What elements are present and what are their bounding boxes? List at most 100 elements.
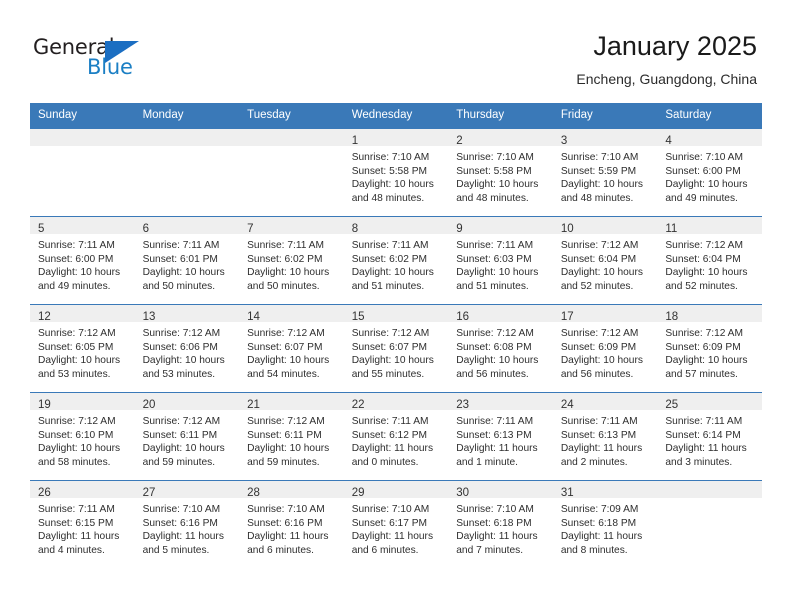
calendar-cell-day[interactable]: 27 Sunrise: 7:10 AM Sunset: 6:16 PM Dayligh…: [134, 480, 240, 569]
calendar-cell-day[interactable]: 12 Sunrise: 7:12 AM Sunset: 6:05 PM Dayligh…: [30, 304, 135, 393]
day-cell-content: [134, 129, 240, 216]
day-cell-content: 9 Sunrise: 7:11 AM Sunset: 6:03 PM Daylight…: [448, 217, 553, 304]
calendar-cell-day[interactable]: 15 Sunrise: 7:12 AM Sunset: 6:07 PM Dayligh…: [343, 304, 449, 393]
general-blue-logo[interactable]: General Blue: [33, 36, 163, 84]
day-details: Sunrise: 7:12 AM Sunset: 6:09 PM Daylight:…: [553, 322, 658, 381]
calendar-cell-day[interactable]: 28 Sunrise: 7:10 AM Sunset: 6:16 PM Dayligh…: [239, 480, 344, 569]
day-number-strip: 24: [552, 393, 658, 411]
day-number: 15: [351, 311, 365, 323]
calendar-cell-day[interactable]: 3 Sunrise: 7:10 AM Sunset: 5:59 PM Daylight…: [552, 128, 658, 217]
day-details: Sunrise: 7:12 AM Sunset: 6:09 PM Daylight:…: [657, 322, 762, 381]
sunset-time: Sunset: 6:18 PM: [560, 517, 637, 529]
calendar-cell-day[interactable]: 10 Sunrise: 7:12 AM Sunset: 6:04 PM Dayligh…: [552, 216, 658, 305]
calendar-cell-empty: [30, 128, 135, 217]
calendar-week-row: 12 Sunrise: 7:12 AM Sunset: 6:05 PM Dayligh…: [30, 304, 762, 393]
day-number-strip: 15: [343, 305, 449, 323]
daylight-duration-line1: Daylight: 10 hours: [665, 267, 748, 279]
sunset-time: Sunset: 6:18 PM: [456, 517, 532, 529]
sunset-time: Sunset: 6:09 PM: [665, 341, 741, 353]
day-number: 1: [351, 135, 359, 147]
calendar-cell-day[interactable]: 13 Sunrise: 7:12 AM Sunset: 6:06 PM Dayligh…: [134, 304, 240, 393]
day-details: Sunrise: 7:11 AM Sunset: 6:02 PM Daylight:…: [239, 234, 344, 293]
daylight-duration-line1: Daylight: 11 hours: [247, 531, 329, 543]
day-number-strip: 4: [657, 129, 762, 147]
calendar-cell-day[interactable]: 20 Sunrise: 7:12 AM Sunset: 6:11 PM Dayligh…: [134, 392, 240, 481]
day-cell-content: 29 Sunrise: 7:10 AM Sunset: 6:17 PM Dayligh…: [343, 481, 449, 569]
calendar-cell-day[interactable]: 11 Sunrise: 7:12 AM Sunset: 6:04 PM Dayligh…: [657, 216, 762, 305]
calendar-cell-day[interactable]: 6 Sunrise: 7:11 AM Sunset: 6:01 PM Daylight…: [134, 216, 240, 305]
calendar-cell-day[interactable]: 21 Sunrise: 7:12 AM Sunset: 6:11 PM Dayligh…: [239, 392, 344, 481]
sunset-time: Sunset: 6:13 PM: [560, 429, 637, 441]
day-cell-content: 25 Sunrise: 7:11 AM Sunset: 6:14 PM Dayligh…: [657, 393, 762, 480]
day-cell-content: 11 Sunrise: 7:12 AM Sunset: 6:04 PM Dayligh…: [657, 217, 762, 304]
calendar-cell-day[interactable]: 24 Sunrise: 7:11 AM Sunset: 6:13 PM Dayligh…: [552, 392, 658, 481]
calendar-cell-day[interactable]: 23 Sunrise: 7:11 AM Sunset: 6:13 PM Dayligh…: [448, 392, 553, 481]
sunset-time: Sunset: 6:01 PM: [142, 253, 218, 265]
page-header: General Blue January 2025 Encheng, Guang…: [0, 0, 792, 103]
calendar-cell-day[interactable]: 19 Sunrise: 7:12 AM Sunset: 6:10 PM Dayligh…: [30, 392, 135, 481]
calendar-cell-day[interactable]: 8 Sunrise: 7:11 AM Sunset: 6:02 PM Daylight…: [343, 216, 449, 305]
day-cell-content: 12 Sunrise: 7:12 AM Sunset: 6:05 PM Dayligh…: [30, 305, 135, 392]
day-number-strip: 14: [239, 305, 344, 323]
daylight-duration-line2: and 3 minutes.: [665, 456, 733, 468]
day-number: 13: [142, 311, 156, 323]
daylight-duration-line2: and 51 minutes.: [351, 280, 425, 292]
daylight-duration-line2: and 4 minutes.: [38, 544, 105, 556]
calendar-cell-day[interactable]: 14 Sunrise: 7:12 AM Sunset: 6:07 PM Dayligh…: [239, 304, 344, 393]
calendar-cell-day[interactable]: 5 Sunrise: 7:11 AM Sunset: 6:00 PM Daylight…: [30, 216, 135, 305]
calendar-cell-day[interactable]: 30 Sunrise: 7:10 AM Sunset: 6:18 PM Dayligh…: [448, 480, 553, 569]
day-number-strip: [657, 481, 762, 498]
calendar-cell-day[interactable]: 25 Sunrise: 7:11 AM Sunset: 6:14 PM Dayligh…: [657, 392, 762, 481]
daylight-duration-line2: and 58 minutes.: [38, 456, 111, 468]
calendar-cell-day[interactable]: 2 Sunrise: 7:10 AM Sunset: 5:58 PM Daylight…: [448, 128, 553, 217]
day-number: 26: [38, 487, 51, 499]
sunrise-time: Sunrise: 7:11 AM: [38, 240, 115, 251]
sunset-time: Sunset: 6:05 PM: [38, 341, 114, 353]
day-number: 19: [38, 399, 51, 411]
sunrise-time: Sunrise: 7:12 AM: [38, 416, 116, 427]
daylight-duration-line2: and 57 minutes.: [665, 368, 738, 380]
calendar-cell-day[interactable]: 16 Sunrise: 7:12 AM Sunset: 6:08 PM Dayligh…: [448, 304, 553, 393]
day-number-strip: 2: [448, 129, 553, 147]
day-cell-content: 5 Sunrise: 7:11 AM Sunset: 6:00 PM Daylight…: [30, 217, 135, 304]
day-number-strip: 26: [30, 481, 135, 499]
day-number-strip: 13: [134, 305, 240, 323]
calendar-cell-day[interactable]: 26 Sunrise: 7:11 AM Sunset: 6:15 PM Dayligh…: [30, 480, 135, 569]
calendar-cell-day[interactable]: 31 Sunrise: 7:09 AM Sunset: 6:18 PM Dayligh…: [552, 480, 658, 569]
calendar-cell-day[interactable]: 4 Sunrise: 7:10 AM Sunset: 6:00 PM Daylight…: [657, 128, 762, 217]
day-number: 10: [560, 223, 574, 235]
sunset-time: Sunset: 6:15 PM: [38, 517, 114, 529]
day-number-strip: 5: [30, 217, 135, 235]
daylight-duration-line2: and 48 minutes.: [560, 192, 634, 204]
daylight-duration-line2: and 6 minutes.: [351, 544, 419, 556]
daylight-duration-line2: and 0 minutes.: [351, 456, 419, 468]
calendar-cell-day[interactable]: 18 Sunrise: 7:12 AM Sunset: 6:09 PM Dayligh…: [657, 304, 762, 393]
calendar-page: General Blue January 2025 Encheng, Guang…: [0, 0, 792, 612]
sunrise-time: Sunrise: 7:11 AM: [456, 416, 534, 427]
sunrise-time: Sunrise: 7:12 AM: [38, 328, 116, 339]
calendar-cell-day[interactable]: 17 Sunrise: 7:12 AM Sunset: 6:09 PM Dayligh…: [552, 304, 658, 393]
calendar-week-row: 5 Sunrise: 7:11 AM Sunset: 6:00 PM Daylight…: [30, 216, 762, 305]
sunset-time: Sunset: 6:12 PM: [351, 429, 428, 441]
sunrise-time: Sunrise: 7:12 AM: [456, 328, 534, 339]
daylight-duration-line2: and 49 minutes.: [38, 280, 111, 292]
calendar-cell-day[interactable]: 22 Sunrise: 7:11 AM Sunset: 6:12 PM Dayligh…: [343, 392, 449, 481]
day-number-strip: 12: [30, 305, 135, 323]
daylight-duration-line2: and 52 minutes.: [560, 280, 634, 292]
sunset-time: Sunset: 6:06 PM: [142, 341, 218, 353]
sunrise-time: Sunrise: 7:12 AM: [142, 328, 221, 339]
calendar-cell-day[interactable]: 1 Sunrise: 7:10 AM Sunset: 5:58 PM Daylight…: [343, 128, 449, 217]
sunset-time: Sunset: 6:07 PM: [247, 341, 323, 353]
calendar-cell-day[interactable]: 9 Sunrise: 7:11 AM Sunset: 6:03 PM Daylight…: [448, 216, 553, 305]
day-number-strip: 23: [448, 393, 553, 411]
calendar-cell-day[interactable]: 7 Sunrise: 7:11 AM Sunset: 6:02 PM Daylight…: [239, 216, 344, 305]
sunset-time: Sunset: 6:07 PM: [351, 341, 428, 353]
day-number-strip: 17: [552, 305, 658, 323]
daylight-duration-line2: and 52 minutes.: [665, 280, 738, 292]
day-details: Sunrise: 7:11 AM Sunset: 6:15 PM Daylight:…: [30, 498, 135, 557]
sunset-time: Sunset: 6:04 PM: [665, 253, 741, 265]
daylight-duration-line1: Daylight: 11 hours: [560, 443, 643, 455]
daylight-duration-line1: Daylight: 10 hours: [142, 355, 225, 367]
calendar-cell-day[interactable]: 29 Sunrise: 7:10 AM Sunset: 6:17 PM Dayligh…: [343, 480, 449, 569]
daylight-duration-line2: and 49 minutes.: [665, 192, 738, 204]
